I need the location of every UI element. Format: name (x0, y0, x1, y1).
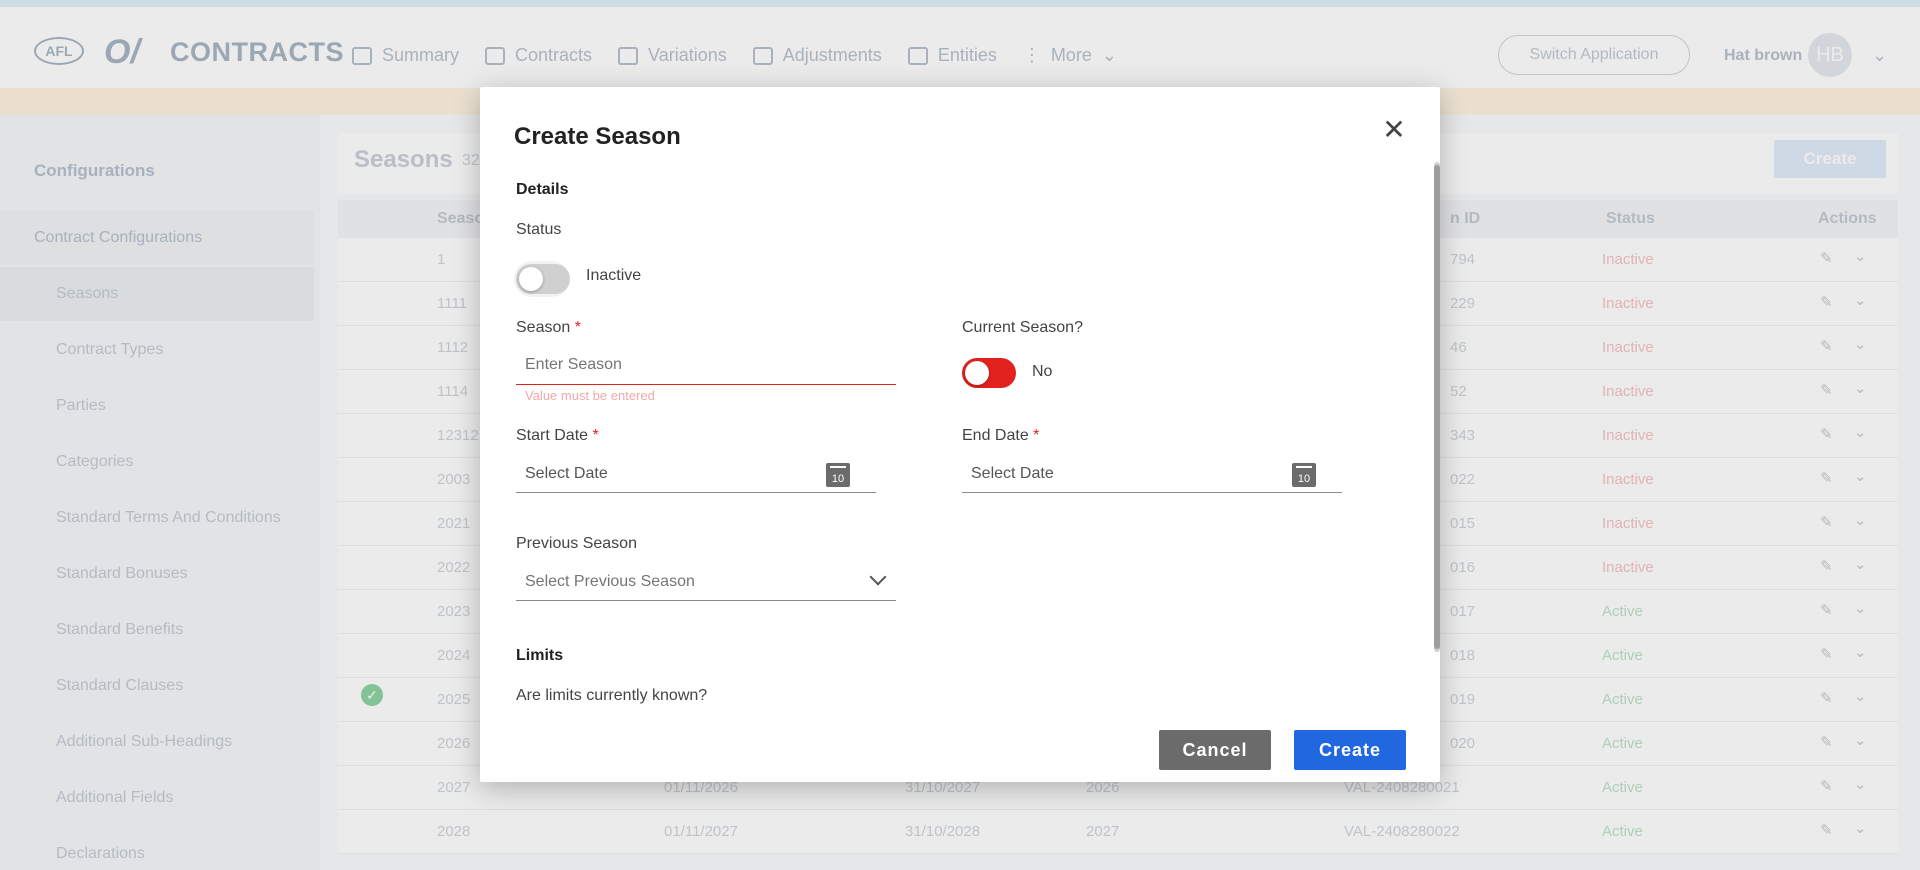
end-date-field[interactable]: Select Date 10 (962, 453, 1342, 493)
dialog-scrollbar-thumb[interactable] (1434, 165, 1440, 649)
current-season-toggle[interactable] (962, 358, 1016, 388)
required-marker: * (592, 427, 599, 444)
required-marker: * (1033, 427, 1040, 444)
chevron-down-icon (869, 568, 887, 586)
current-season-value: No (1032, 363, 1053, 380)
end-date-placeholder: Select Date (971, 465, 1054, 482)
season-input[interactable] (516, 345, 896, 385)
calendar-icon[interactable]: 10 (1292, 463, 1316, 487)
create-season-dialog: Create Season ✕ Details Status Inactive … (480, 87, 1440, 782)
end-date-label: End Date * (962, 427, 1039, 445)
current-season-label: Current Season? (962, 319, 1083, 336)
status-toggle-knob (519, 267, 543, 291)
status-label: Status (516, 221, 562, 238)
start-date-placeholder: Select Date (525, 465, 608, 482)
close-icon[interactable]: ✕ (1380, 116, 1408, 145)
required-marker: * (574, 319, 581, 336)
create-button[interactable]: Create (1294, 730, 1406, 770)
start-date-label-text: Start Date (516, 427, 589, 444)
end-date-label-text: End Date (962, 427, 1029, 444)
details-heading: Details (516, 181, 569, 198)
season-field (516, 345, 896, 385)
current-season-toggle-knob (965, 361, 989, 385)
calendar-icon[interactable]: 10 (826, 463, 850, 487)
previous-season-placeholder: Select Previous Season (525, 573, 695, 590)
previous-season-select[interactable]: Select Previous Season (516, 561, 896, 601)
season-label-text: Season (516, 319, 571, 336)
limits-question: Are limits currently known? (516, 687, 708, 704)
status-value: Inactive (586, 267, 642, 284)
status-toggle[interactable] (516, 264, 570, 294)
start-date-label: Start Date * (516, 427, 599, 445)
dialog-title: Create Season (514, 123, 681, 150)
start-date-field[interactable]: Select Date 10 (516, 453, 876, 493)
previous-season-label: Previous Season (516, 535, 637, 552)
cancel-button[interactable]: Cancel (1159, 730, 1271, 770)
season-label: Season * (516, 319, 581, 337)
season-error-message: Value must be entered (525, 388, 655, 403)
limits-heading: Limits (516, 647, 564, 664)
